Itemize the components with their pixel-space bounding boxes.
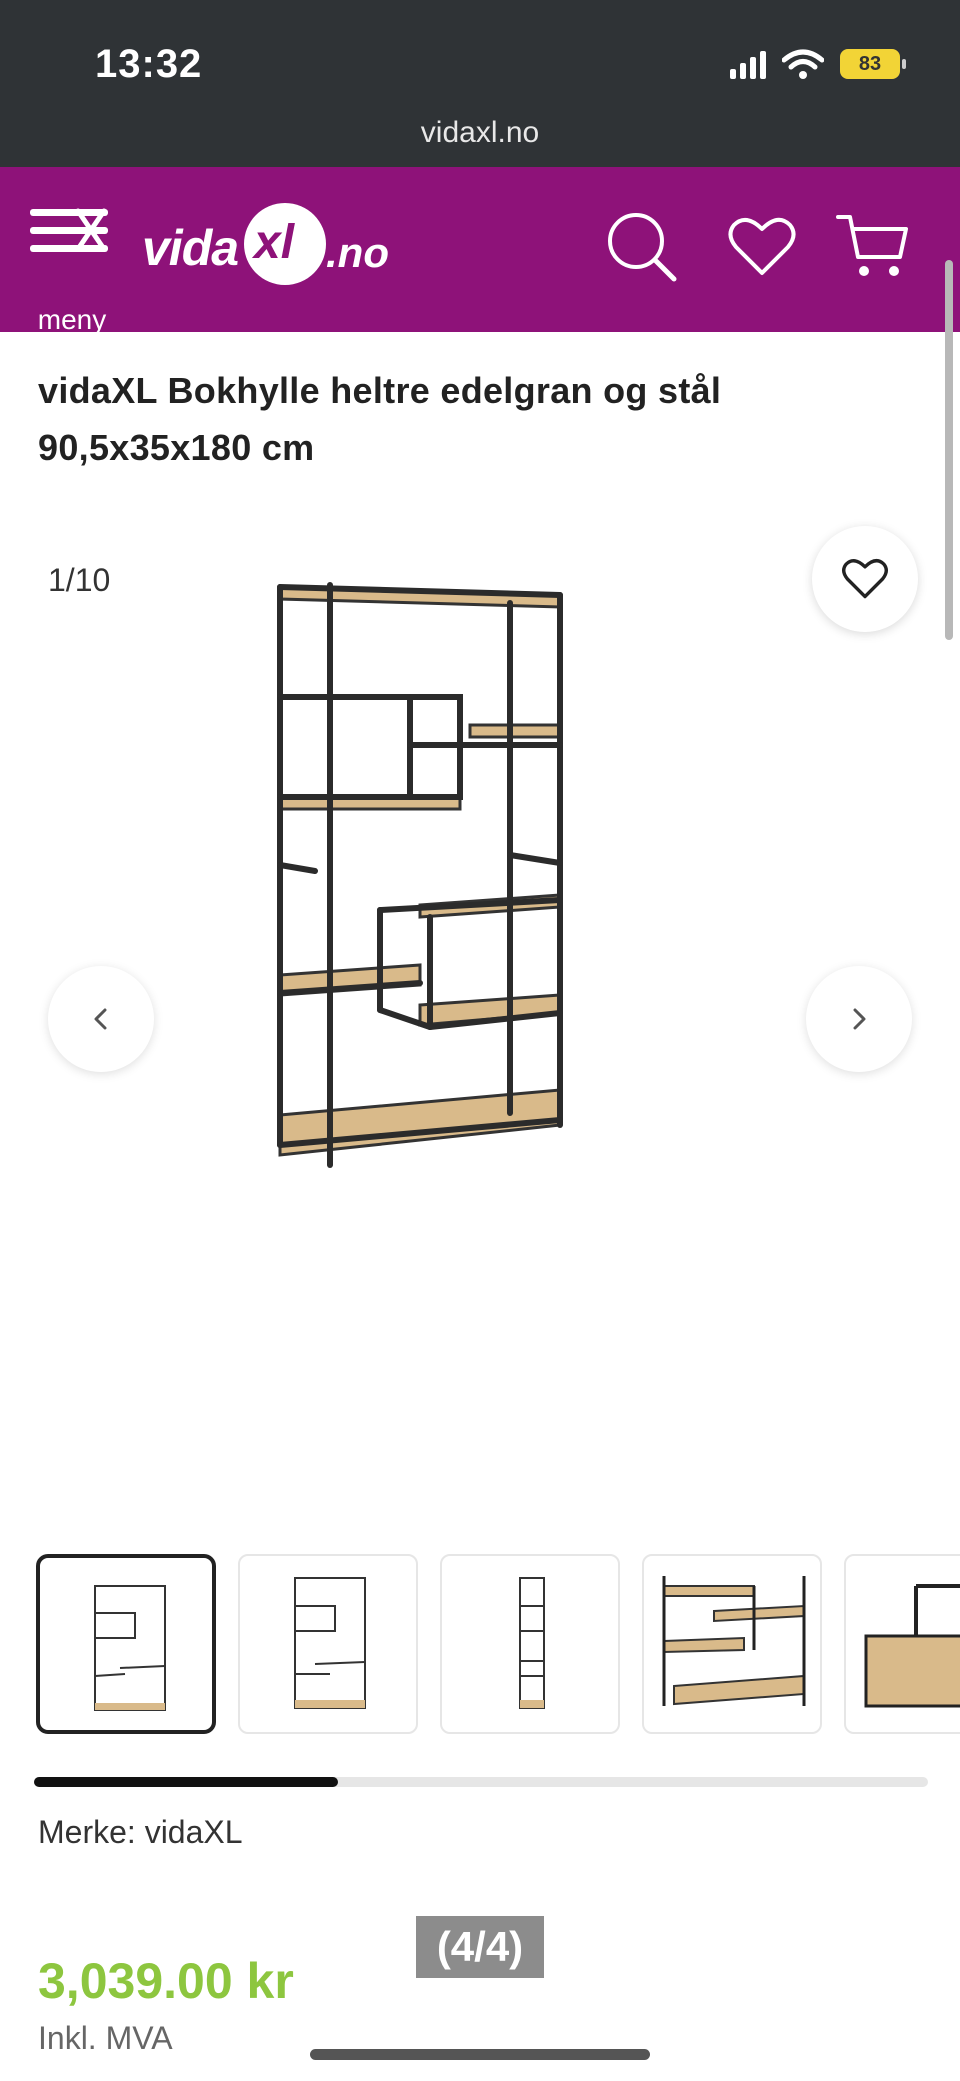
image-counter: 1/10 [48, 562, 111, 598]
page-indicator-overlay: (4/4) [416, 1916, 544, 1978]
add-to-wishlist-button[interactable] [812, 526, 918, 632]
logo-xl: xl [254, 216, 295, 269]
product-price: 3,039.00 kr [38, 1953, 294, 2009]
vat-note: Inkl. MVA [38, 2020, 173, 2056]
thumbnail-4[interactable] [642, 1554, 822, 1734]
search-icon [608, 213, 677, 282]
battery-icon: 83 [840, 49, 906, 79]
thumbnail-bookshelf-side [519, 1577, 545, 1709]
product-title: vidaXL Bokhylle heltre edelgran og stål … [38, 370, 722, 468]
home-indicator[interactable] [310, 2049, 650, 2060]
status-icons: 83 [730, 48, 906, 80]
product-image-bookshelf [277, 582, 563, 1168]
thumbnail-3[interactable] [440, 1554, 620, 1734]
thumbnail-5[interactable] [844, 1554, 960, 1734]
thumbnail-bookshelf-detail [662, 1576, 806, 1706]
brand-label: Merke: vidaXL [38, 1814, 243, 1850]
chevron-left-icon [94, 1008, 107, 1030]
next-image-button[interactable] [806, 966, 912, 1072]
heart-icon [842, 559, 888, 599]
thumbnail-scrollbar[interactable] [34, 1777, 928, 1787]
thumbnail-bookshelf-front-alt [294, 1577, 366, 1709]
cart-icon [836, 215, 908, 276]
menu-button[interactable]: meny [30, 205, 114, 335]
menu-icon [30, 208, 108, 252]
wifi-icon [782, 49, 824, 79]
status-bar: 13:32 83 vidaxl.no [0, 0, 960, 167]
address-bar-url[interactable]: vidaxl.no [0, 116, 960, 150]
thumbnail-strip[interactable] [36, 1554, 960, 1736]
logo-tld: .no [326, 229, 389, 276]
thumbnail-scrollbar-thumb[interactable] [34, 1777, 338, 1787]
chevron-right-icon [853, 1008, 866, 1030]
previous-image-button[interactable] [48, 966, 154, 1072]
thumbnail-bookshelf-corner [864, 1584, 960, 1708]
thumbnail-2[interactable] [238, 1554, 418, 1734]
logo-vida: vida [142, 220, 239, 276]
site-header: meny vida xl .no [0, 167, 960, 335]
thumbnail-1[interactable] [36, 1554, 216, 1734]
wishlist-button[interactable] [722, 207, 802, 287]
vidaxl-logo[interactable]: vida xl .no [142, 197, 402, 297]
thumbnail-bookshelf-front [94, 1585, 166, 1711]
status-time: 13:32 [95, 42, 203, 86]
search-button[interactable] [602, 207, 682, 287]
signal-icon [730, 49, 766, 79]
image-gallery[interactable]: 1/10 [0, 510, 960, 1490]
menu-label: meny [37, 304, 107, 335]
cart-button[interactable] [834, 207, 914, 287]
heart-icon [728, 217, 796, 275]
